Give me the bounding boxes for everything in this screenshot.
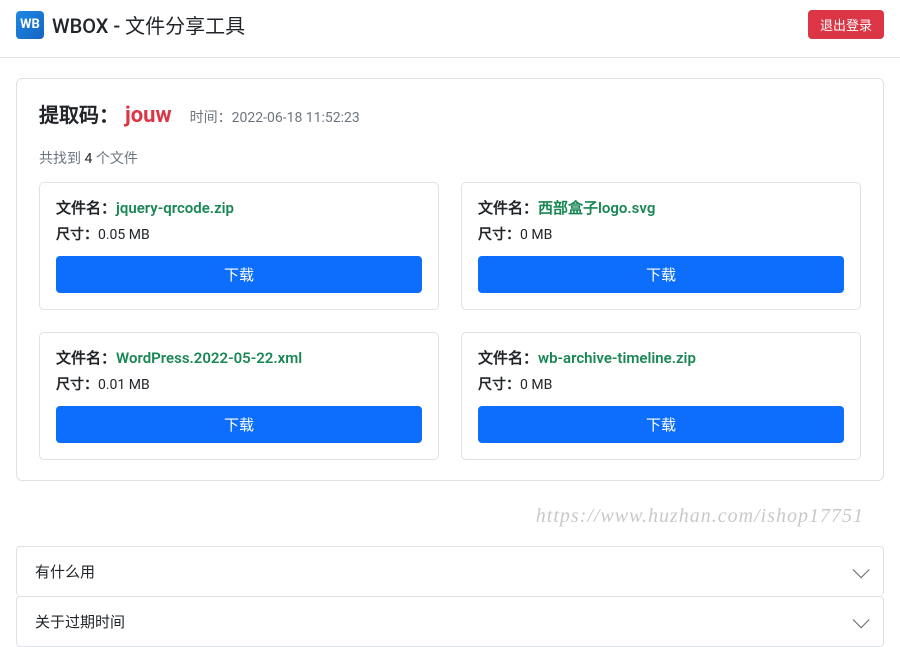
code-row: 提取码： jouw 时间：2022-06-18 11:52:23 xyxy=(39,99,861,128)
logout-button[interactable]: 退出登录 xyxy=(808,10,884,39)
main-panel: 提取码： jouw 时间：2022-06-18 11:52:23 共找到 4 个… xyxy=(16,78,884,481)
accordion-header[interactable]: 关于过期时间 xyxy=(17,597,883,646)
file-name: 西部盒子logo.svg xyxy=(538,199,655,217)
divider xyxy=(0,57,900,58)
accordion-item: 关于过期时间 xyxy=(16,596,884,647)
app-title: WBOX - 文件分享工具 xyxy=(52,10,245,39)
file-name: jquery-qrcode.zip xyxy=(116,199,234,217)
navbar-brand: WB WBOX - 文件分享工具 xyxy=(16,10,245,39)
found-count-text: 共找到 4 个文件 xyxy=(39,148,861,168)
filename-label: 文件名： xyxy=(56,199,116,217)
file-size: 0.05 MB xyxy=(98,227,150,243)
size-label: 尺寸： xyxy=(56,377,98,393)
file-card: 文件名：jquery-qrcode.zip 尺寸：0.05 MB 下载 xyxy=(39,182,439,310)
download-button[interactable]: 下载 xyxy=(56,256,422,293)
filename-label: 文件名： xyxy=(56,349,116,367)
download-button[interactable]: 下载 xyxy=(478,406,844,443)
logo-icon: WB xyxy=(16,11,44,39)
accordion-header[interactable]: 有什么用 xyxy=(17,547,883,596)
file-card: 文件名：wb-archive-timeline.zip 尺寸：0 MB 下载 xyxy=(461,332,861,460)
file-size: 0 MB xyxy=(520,227,552,243)
file-name: wb-archive-timeline.zip xyxy=(538,349,696,367)
accordion: 有什么用 关于过期时间 xyxy=(16,546,884,647)
file-grid: 文件名：jquery-qrcode.zip 尺寸：0.05 MB 下载 文件名：… xyxy=(39,182,861,460)
size-label: 尺寸： xyxy=(56,227,98,243)
file-name: WordPress.2022-05-22.xml xyxy=(116,349,302,367)
accordion-item: 有什么用 xyxy=(16,546,884,596)
chevron-down-icon xyxy=(853,611,870,628)
file-size: 0.01 MB xyxy=(98,377,150,393)
code-value: jouw xyxy=(125,103,172,128)
accordion-title: 关于过期时间 xyxy=(35,611,125,632)
file-size: 0 MB xyxy=(520,377,552,393)
file-card: 文件名：WordPress.2022-05-22.xml 尺寸：0.01 MB … xyxy=(39,332,439,460)
code-label: 提取码： xyxy=(39,99,119,128)
navbar: WB WBOX - 文件分享工具 退出登录 xyxy=(0,0,900,49)
download-button[interactable]: 下载 xyxy=(56,406,422,443)
accordion-title: 有什么用 xyxy=(35,561,95,582)
chevron-down-icon xyxy=(853,561,870,578)
size-label: 尺寸： xyxy=(478,227,520,243)
time-text: 时间：2022-06-18 11:52:23 xyxy=(190,107,360,127)
file-card: 文件名：西部盒子logo.svg 尺寸：0 MB 下载 xyxy=(461,182,861,310)
filename-label: 文件名： xyxy=(478,199,538,217)
watermark-text: https://www.huzhan.com/ishop17751 xyxy=(16,505,864,528)
filename-label: 文件名： xyxy=(478,349,538,367)
download-button[interactable]: 下载 xyxy=(478,256,844,293)
size-label: 尺寸： xyxy=(478,377,520,393)
